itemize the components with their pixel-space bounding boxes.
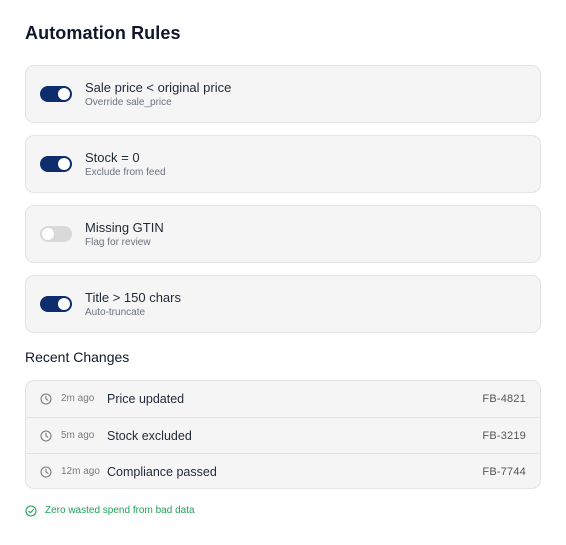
clock-icon <box>40 393 52 405</box>
change-row[interactable]: 12m ago Compliance passed FB-7744 <box>26 453 540 488</box>
recent-changes-heading: Recent Changes <box>25 349 130 365</box>
change-event: Compliance passed <box>107 465 217 479</box>
rule-title: Sale price < original price <box>85 80 232 95</box>
change-event: Stock excluded <box>107 429 192 443</box>
rule-card-sale-price: Sale price < original price Override sal… <box>25 65 541 123</box>
rule-subtitle: Override sale_price <box>85 97 172 108</box>
rule-subtitle: Auto-truncate <box>85 307 146 318</box>
change-row[interactable]: 2m ago Price updated FB-4821 <box>26 381 540 417</box>
check-circle-icon <box>25 505 37 517</box>
rule-title: Stock = 0 <box>85 150 140 165</box>
rule-title: Missing GTIN <box>85 220 164 235</box>
rule-toggle-missing-gtin[interactable] <box>40 226 72 242</box>
rule-card-missing-gtin: Missing GTIN Flag for review <box>25 205 541 263</box>
change-event: Price updated <box>107 392 185 406</box>
change-time: 5m ago <box>61 430 95 441</box>
change-id: FB-3219 <box>482 430 526 442</box>
rule-toggle-title-length[interactable] <box>40 296 72 312</box>
rule-card-stock: Stock = 0 Exclude from feed <box>25 135 541 193</box>
rule-toggle-sale-price[interactable] <box>40 86 72 102</box>
rule-subtitle: Exclude from feed <box>85 167 166 178</box>
rule-title: Title > 150 chars <box>85 290 181 305</box>
toggle-knob <box>42 228 54 240</box>
rule-card-title-length: Title > 150 chars Auto-truncate <box>25 275 541 333</box>
footer-text: Zero wasted spend from bad data <box>45 505 195 516</box>
toggle-knob <box>58 88 70 100</box>
toggle-knob <box>58 298 70 310</box>
change-time: 2m ago <box>61 393 95 404</box>
page-title: Automation Rules <box>25 23 181 43</box>
rule-subtitle: Flag for review <box>85 237 151 248</box>
change-time: 12m ago <box>61 466 100 477</box>
change-id: FB-4821 <box>482 393 526 405</box>
rule-toggle-stock[interactable] <box>40 156 72 172</box>
clock-icon <box>40 466 52 478</box>
toggle-knob <box>58 158 70 170</box>
clock-icon <box>40 430 52 442</box>
change-row[interactable]: 5m ago Stock excluded FB-3219 <box>26 417 540 454</box>
change-id: FB-7744 <box>482 466 526 478</box>
recent-changes-list: 2m ago Price updated FB-4821 5m ago Stoc… <box>25 380 541 489</box>
